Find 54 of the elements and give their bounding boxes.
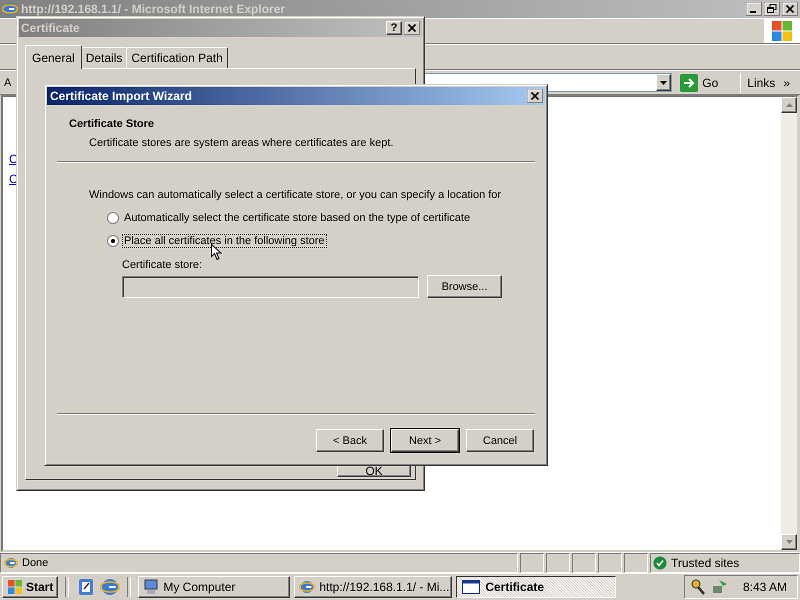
start-button[interactable]: Start [2,576,58,598]
window-title: Certificate Import Wizard [50,89,193,103]
radio-label[interactable]: Automatically select the certificate store based on the type of certificate [123,212,472,224]
windows-flag-icon [7,578,23,594]
status-pane [546,553,570,573]
restore-button[interactable] [764,2,780,16]
radio-button[interactable] [107,212,119,224]
close-button[interactable] [782,2,798,16]
wizard-button[interactable]: Next > [391,429,459,452]
status-pane [520,553,544,573]
check-icon [653,556,667,570]
taskbar-button[interactable]: http://192.168.1.1/ - Mi... [294,576,452,598]
help-button[interactable]: ? [386,21,402,35]
scrollbar[interactable] [781,97,797,550]
browser-icon[interactable] [100,576,120,596]
status-pane [572,553,596,573]
radio-label[interactable]: Place all certificates in the following store [123,235,326,247]
scroll-up-button[interactable] [781,97,797,113]
radio-button[interactable] [107,235,119,247]
browser-icon [299,578,316,594]
links-button[interactable]: Links » [740,72,796,92]
browser-icon [2,1,18,17]
window-icon [461,578,482,594]
scroll-down-arrow-icon [786,540,792,544]
close-button[interactable] [404,21,420,35]
security-zone: Trusted sites [671,556,740,570]
clock: 8:43 AM [742,580,787,594]
status-pane [598,553,622,573]
scroll-up-arrow-icon [786,103,792,107]
mouse-cursor-icon [211,244,222,260]
minimize-button[interactable] [746,2,762,16]
close-button[interactable] [527,89,543,103]
go-button[interactable]: Go [676,72,736,92]
window-title: Certificate [21,21,81,35]
scroll-down-button[interactable] [781,534,797,550]
status-text: Done [22,557,48,569]
window-title: http://192.168.1.1/ - Microsoft Internet Explorer [21,2,286,16]
address-label: A [4,76,12,88]
tab[interactable]: Certification Path [126,47,228,68]
taskbar-button[interactable]: My Computer [138,576,290,598]
computer-icon [143,578,160,594]
status-pane [624,553,648,573]
field-label: Certificate store: [122,259,202,271]
taskbar-button[interactable]: Certificate [456,576,616,598]
dropdown-arrow-icon [660,80,668,84]
page-description: Certificate stores are system areas where certificates are kept. [89,137,394,149]
wizard-button[interactable]: < Back [316,429,384,452]
windows-logo-icon [771,20,793,42]
browse-button[interactable]: Browse... [427,275,502,298]
instruction-text: Windows can automatically select a certificate store, or you can specify a location for [89,189,502,201]
wizard-button[interactable]: Cancel [466,429,534,452]
page-heading: Certificate Store [69,118,155,130]
page-icon [4,556,18,570]
tab[interactable]: General [25,45,82,69]
